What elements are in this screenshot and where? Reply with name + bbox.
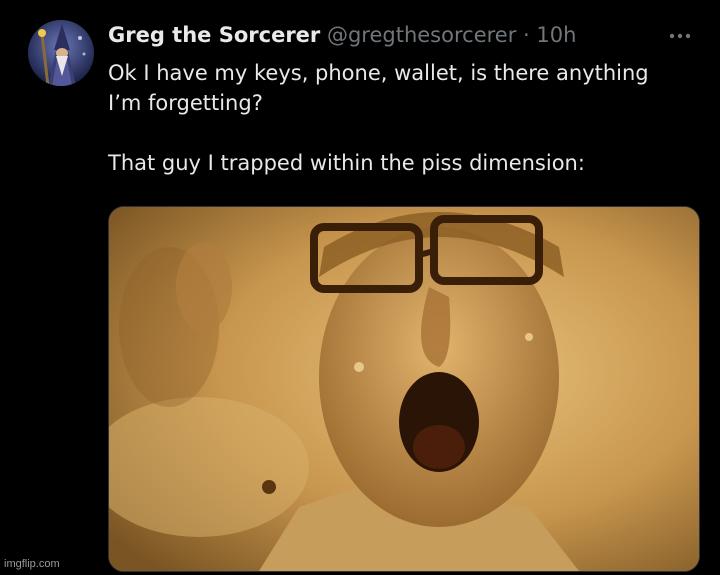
display-name[interactable]: Greg the Sorcerer	[108, 23, 320, 47]
more-button[interactable]	[664, 24, 696, 48]
tweet-text-line: I’m forgetting?	[108, 91, 263, 115]
user-handle[interactable]: @gregthesorcerer	[327, 23, 516, 47]
tweet-text-line: Ok I have my keys, phone, wallet, is the…	[108, 61, 649, 85]
tweet-header: Greg the Sorcerer @gregthesorcerer · 10h	[108, 20, 576, 50]
separator-dot: ·	[523, 23, 530, 47]
imgflip-watermark: imgflip.com	[4, 558, 60, 570]
tweet-media-image[interactable]	[108, 206, 700, 572]
man-with-glasses-image	[109, 207, 699, 571]
more-icon	[669, 33, 691, 39]
tweet-text-line: That guy I trapped within the piss dimen…	[108, 151, 585, 175]
timestamp[interactable]: 10h	[536, 23, 576, 47]
avatar[interactable]	[28, 20, 94, 86]
wizard-avatar-icon	[28, 20, 94, 86]
tweet-text: Ok I have my keys, phone, wallet, is the…	[108, 58, 698, 178]
tweet-card: Greg the Sorcerer @gregthesorcerer · 10h…	[0, 0, 720, 575]
